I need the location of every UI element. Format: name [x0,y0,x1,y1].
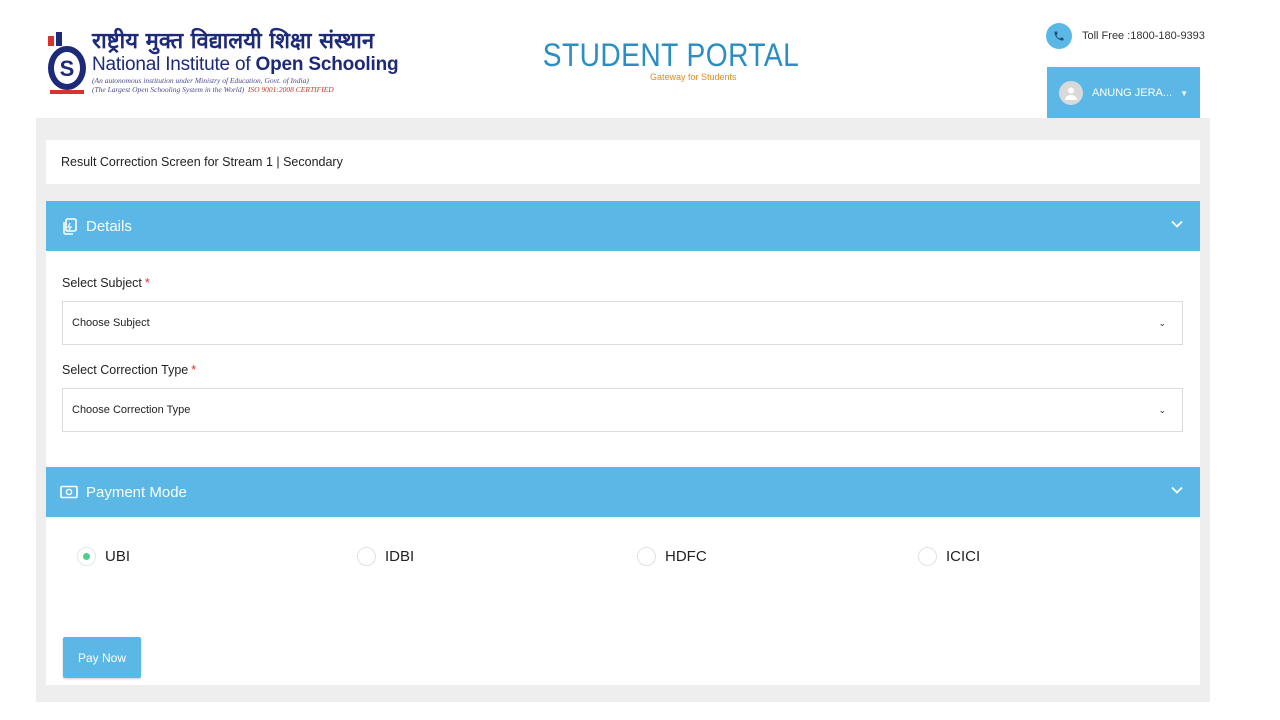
header: S राष्ट्रीय मुक्त विद्यालयी शिक्षा संस्थ… [0,0,1280,120]
logo-text: राष्ट्रीय मुक्त विद्यालयी शिक्षा संस्थान… [92,28,399,94]
user-avatar-icon [1059,81,1083,105]
radio-unselected[interactable] [918,547,937,566]
details-panel-header[interactable]: Details [46,201,1200,251]
money-icon [60,483,78,501]
payment-option-label: HDFC [665,548,707,565]
radio-unselected[interactable] [357,547,376,566]
logo-subtitle-1: (An autonomous institution under Ministr… [92,76,309,85]
portal-branding: STUDENT PORTAL Gateway for Students [530,37,800,82]
correction-type-label: Select Correction Type * [62,363,197,377]
logo-subtitle-2: (The Largest Open Schooling System in th… [92,85,334,94]
payment-option-icici[interactable]: ICICI [918,547,980,566]
payment-option-ubi[interactable]: UBI [77,547,130,566]
svg-text:S: S [60,56,75,81]
payment-option-label: UBI [105,548,131,565]
details-panel-body: Select Subject * Choose Subject ⌄ Select … [46,251,1200,467]
details-panel-title: Details [86,217,132,235]
subject-select-value: Choose Subject [72,317,150,329]
chevron-down-icon[interactable] [1170,217,1184,231]
subject-label: Select Subject * [62,276,150,290]
payment-panel-body: UBI IDBI HDFC ICICI Pay Now [46,517,1200,685]
nios-emblem-icon: S [48,32,86,94]
portal-title: STUDENT PORTAL [542,37,800,73]
chevron-down-icon: ⌄ [1158,405,1166,415]
portal-subtitle: Gateway for Students [650,72,737,82]
payment-options: UBI IDBI HDFC ICICI [46,547,1200,577]
chevron-down-icon[interactable] [1170,483,1184,497]
radio-selected[interactable] [77,547,96,566]
radio-unselected[interactable] [637,547,656,566]
payment-option-label: IDBI [385,548,415,565]
logo-english-name: National Institute of Open Schooling [92,54,399,75]
payment-option-hdfc[interactable]: HDFC [637,547,707,566]
copy-icon [60,217,78,235]
phone-icon [1046,23,1072,49]
user-menu-button[interactable]: ANUNG JERA... ▼ [1047,67,1200,119]
correction-type-select[interactable]: Choose Correction Type ⌄ [62,388,1183,432]
nios-logo[interactable]: S राष्ट्रीय मुक्त विद्यालयी शिक्षा संस्थ… [46,28,399,100]
payment-option-idbi[interactable]: IDBI [357,547,414,566]
payment-option-label: ICICI [946,548,981,565]
toll-free-contact: Toll Free :1800-180-9393 [1046,22,1205,50]
user-name: ANUNG JERA... [1092,87,1173,99]
chevron-down-icon: ⌄ [1158,318,1166,328]
page-title: Result Correction Screen for Stream 1 | … [61,155,343,169]
required-mark: * [191,363,197,377]
caret-down-icon: ▼ [1180,88,1188,98]
logo-hindi-name: राष्ट्रीय मुक्त विद्यालयी शिक्षा संस्थान [92,28,375,54]
required-mark: * [144,276,150,290]
payment-panel-header[interactable]: Payment Mode [46,467,1200,517]
toll-free-number: Toll Free :1800-180-9393 [1082,30,1205,42]
payment-panel-title: Payment Mode [86,483,187,501]
page-breadcrumb: Result Correction Screen for Stream 1 | … [46,140,1200,184]
correction-type-select-value: Choose Correction Type [72,404,191,416]
pay-now-button[interactable]: Pay Now [63,637,141,678]
iso-certified-label: ISO 9001:2008 CERTIFIED [247,85,334,94]
subject-select[interactable]: Choose Subject ⌄ [62,301,1183,345]
